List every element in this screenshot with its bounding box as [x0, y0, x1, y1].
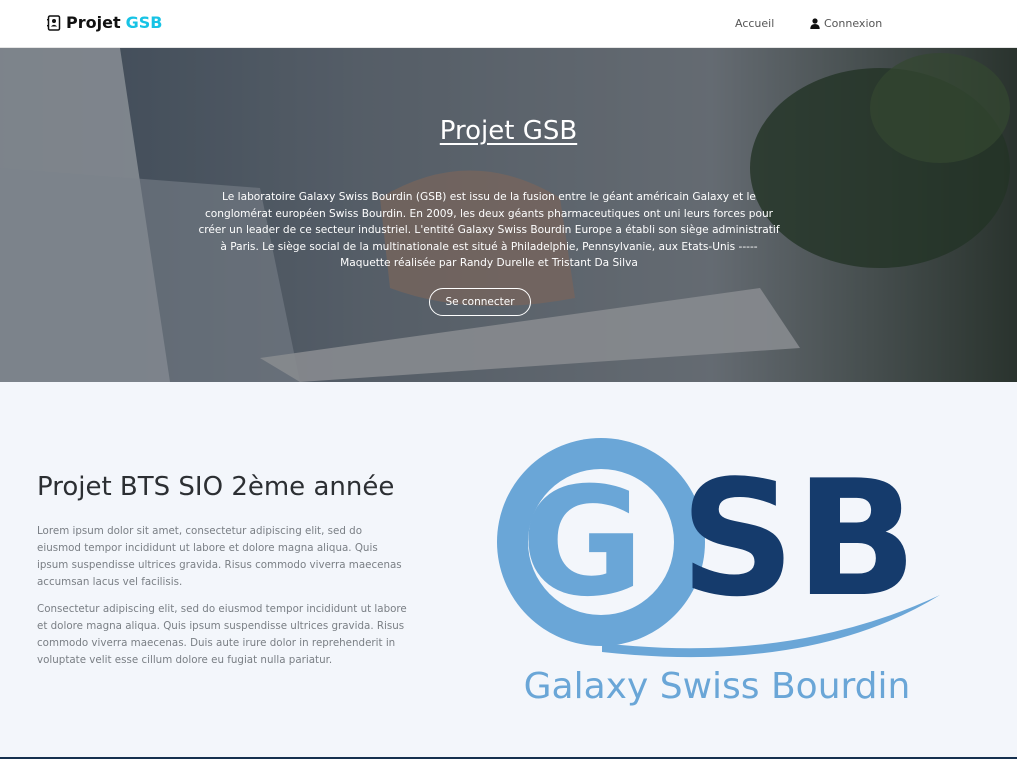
- brand-accent: GSB: [125, 13, 163, 32]
- logo-letters-sb: SB: [680, 445, 917, 632]
- about-title: Projet BTS SIO 2ème année: [37, 472, 395, 502]
- hero-title-wrapper: Projet GSB: [0, 116, 1017, 146]
- contact-book-icon: [47, 14, 61, 31]
- hero-section: Projet GSB Le laboratoire Galaxy Swiss B…: [0, 48, 1017, 382]
- brand-name: Projet: [66, 13, 121, 32]
- nav-home-link[interactable]: Accueil: [735, 17, 774, 30]
- nav-login-label: Connexion: [824, 17, 883, 30]
- brand-logo-link[interactable]: Projet GSB: [47, 13, 162, 32]
- logo-letter-g: G: [521, 456, 644, 630]
- logo-tagline: Galaxy Swiss Bourdin: [524, 666, 911, 707]
- gsb-logo: G SB Galaxy Swiss Bourdin: [497, 438, 940, 707]
- hero-description: Le laboratoire Galaxy Swiss Bourdin (GSB…: [198, 191, 780, 270]
- about-paragraph-2: Consectetur adipiscing elit, sed do eius…: [37, 603, 407, 666]
- about-paragraph-1: Lorem ipsum dolor sit amet, consectetur …: [37, 525, 402, 588]
- login-button[interactable]: Se connecter: [429, 288, 531, 316]
- top-navbar: Projet GSB Accueil Connexion: [0, 0, 1017, 48]
- hero-title: Projet GSB: [439, 116, 578, 146]
- nav-login-link[interactable]: Connexion: [810, 17, 882, 30]
- user-icon: [810, 18, 820, 29]
- nav-home-label: Accueil: [735, 17, 775, 30]
